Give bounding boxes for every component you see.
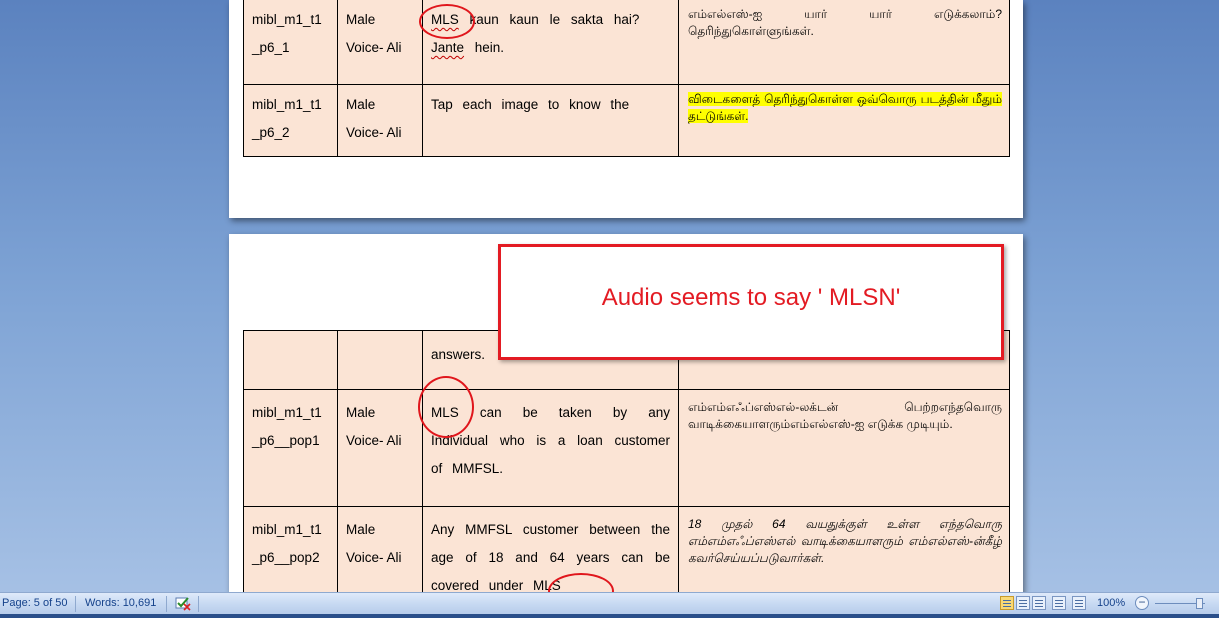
proofing-check-icon[interactable] (174, 595, 192, 614)
voice-line: Male (346, 522, 376, 537)
status-separator (198, 596, 199, 612)
id-cell[interactable]: mibl_m1_t1 _p6_2 (243, 84, 338, 157)
outline-icon[interactable] (1052, 596, 1066, 610)
voice-line: Voice- Ali (346, 433, 402, 448)
voice-cell[interactable]: Male Voice- Ali (337, 389, 423, 507)
print-layout-icon[interactable] (1000, 596, 1014, 610)
tamil-text: எம்எல்எஸ்-ஐ யார் யார் எடுக்கலாம்? தெரிந்… (688, 7, 1002, 38)
document-page-1: mibl_m1_t1 _p6_1 Male Voice- Ali MLS kaun … (229, 0, 1023, 218)
id-cell[interactable]: mibl_m1_t1 _p6_1 (243, 0, 338, 85)
comment-text: Audio seems to say ' MLSN' (601, 284, 901, 311)
table-row: mibl_m1_t1 _p6_2 Male Voice- Ali Tap each … (243, 84, 1010, 157)
voice-line: Voice- Ali (346, 40, 402, 55)
voice-line: Voice- Ali (346, 550, 402, 565)
tamil-text-highlighted: விடைகளைத் தெரிந்துகொள்ள ஒவ்வொரு படத்தின்… (688, 92, 1002, 123)
page-count[interactable]: Page: 5 of 50 (2, 597, 67, 609)
tamil-text-cell[interactable]: எம்எம்எஃப்எஸ்எல்-லக்டன் பெற்றஎந்தவொரு வா… (678, 389, 1010, 507)
tamil-text: எம்எம்எஃப்எஸ்எல்-லக்டன் பெற்றஎந்தவொரு வா… (688, 400, 1002, 431)
voice-line: Male (346, 97, 376, 112)
id-line: _p6__pop1 (252, 433, 320, 448)
draft-icon[interactable] (1072, 596, 1086, 610)
comment-callout: Audio seems to say ' MLSN' (498, 244, 1004, 360)
id-line: _p6_2 (252, 125, 290, 140)
script-table-page1: mibl_m1_t1 _p6_1 Male Voice- Ali MLS kaun … (243, 0, 1010, 157)
text-run: hein. (464, 40, 505, 55)
text-run: kaun kaun le sakta hai? (458, 12, 640, 27)
zoom-level[interactable]: 100% (1097, 597, 1125, 609)
voice-cell[interactable]: Male Voice- Ali (337, 0, 423, 85)
tamil-text-cell[interactable]: எம்எல்எஸ்-ஐ யார் யார் எடுக்கலாம்? தெரிந்… (678, 0, 1010, 85)
full-screen-reading-icon[interactable] (1016, 596, 1030, 610)
status-separator (75, 596, 76, 612)
id-line: mibl_m1_t1 (252, 405, 322, 420)
table-row: mibl_m1_t1 _p6_1 Male Voice- Ali MLS kaun … (243, 0, 1010, 85)
english-text: Tap each image to know the (431, 97, 630, 112)
id-cell[interactable]: mibl_m1_t1 _p6__pop1 (243, 389, 338, 507)
id-line: _p6_1 (252, 40, 290, 55)
script-table-page2: answers. mibl_m1_t1 _p6__pop1 Male Voice- … (243, 330, 1010, 617)
id-line: mibl_m1_t1 (252, 12, 322, 27)
taskbar (0, 614, 1219, 618)
web-layout-icon[interactable] (1032, 596, 1046, 610)
status-separator (166, 596, 167, 612)
english-text-cell[interactable]: Tap each image to know the (422, 84, 679, 157)
annotation-circle (418, 376, 474, 438)
voice-line: Voice- Ali (346, 125, 402, 140)
tamil-text-cell[interactable]: விடைகளைத் தெரிந்துகொள்ள ஒவ்வொரு படத்தின்… (678, 84, 1010, 157)
word-count[interactable]: Words: 10,691 (85, 597, 156, 609)
id-line: _p6__pop2 (252, 550, 320, 565)
status-bar: Page: 5 of 50 Words: 10,691 100% − (0, 592, 1219, 615)
annotation-circle (419, 4, 475, 39)
voice-line: Male (346, 405, 376, 420)
id-cell[interactable] (243, 330, 338, 390)
tamil-text: 18 முதல் 64 வயதுக்குள் உள்ள எந்தவொரு எம்… (688, 517, 1002, 565)
id-line: mibl_m1_t1 (252, 97, 322, 112)
zoom-slider-thumb[interactable] (1196, 598, 1203, 609)
id-line: mibl_m1_t1 (252, 522, 322, 537)
voice-cell[interactable]: Male Voice- Ali (337, 84, 423, 157)
text-run: Jante (431, 40, 465, 55)
table-row: mibl_m1_t1 _p6__pop1 Male Voice- Ali MLS c… (243, 389, 1010, 507)
voice-cell[interactable] (337, 330, 423, 390)
zoom-out-button[interactable]: − (1135, 596, 1149, 610)
english-text: answers. (431, 347, 486, 362)
voice-line: Male (346, 12, 376, 27)
